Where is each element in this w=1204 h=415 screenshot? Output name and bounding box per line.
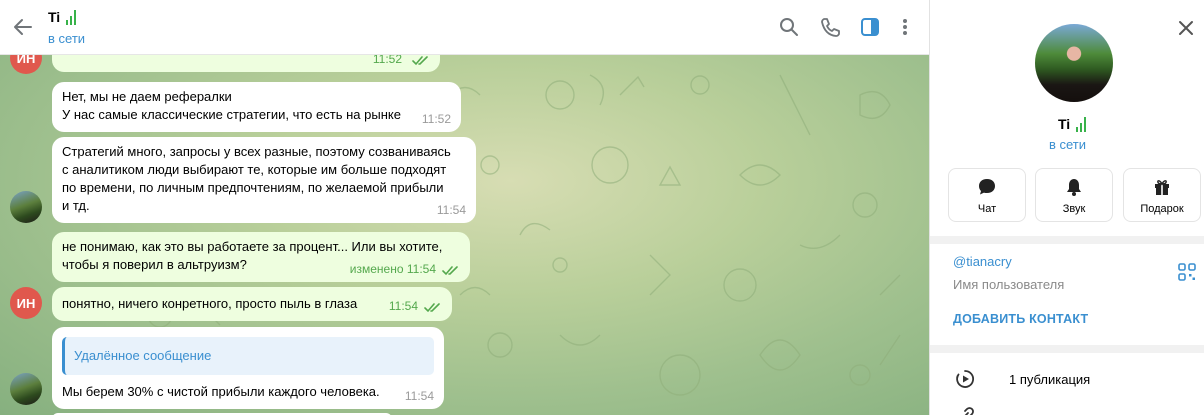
phone-icon[interactable] (819, 16, 841, 38)
message-bubble-incoming[interactable]: Стратегий много, запросы у всех разные, … (52, 137, 476, 223)
gift-button-label: Подарок (1140, 203, 1184, 215)
gift-button[interactable]: Подарок (1123, 168, 1201, 222)
avatar[interactable]: ИН (10, 287, 42, 319)
signal-bars-icon (66, 10, 76, 25)
double-check-icon (442, 266, 458, 276)
gift-icon (1155, 180, 1169, 195)
message-time: изменено 11:54 (349, 262, 436, 276)
message-bubble-incoming[interactable]: Удалённое сообщение Мы берем 30% с чисто… (52, 327, 444, 409)
publications-link[interactable]: 1 публикация (1009, 372, 1090, 387)
profile-status: в сети (1048, 137, 1087, 152)
message-line: не понимаю, как это вы работаете за проц… (62, 239, 443, 254)
avatar[interactable] (10, 373, 42, 405)
message-line: с аналитиком люди выбирают те, которые и… (62, 162, 447, 177)
reply-quote[interactable]: Удалённое сообщение (62, 337, 434, 375)
search-icon[interactable] (778, 16, 800, 38)
close-icon[interactable] (1176, 18, 1196, 38)
profile-panel: Ti в сети Чат Звук Подарок @tianacry Имя… (929, 0, 1204, 415)
message-line: Мы берем 30% с чистой прибыли каждого че… (62, 384, 380, 399)
message-line: Стратегий много, запросы у всех разные, … (62, 144, 451, 159)
sidebar-toggle-icon[interactable] (859, 16, 881, 38)
message-bubble-outgoing[interactable]: не понимаю, как это вы работаете за проц… (52, 232, 470, 282)
message-bubble-incoming[interactable]: Нет, мы не даем рефералки У нас самые кл… (52, 82, 461, 132)
more-vertical-icon[interactable] (894, 16, 916, 38)
message-line: по времени, по личным предпочтениям, по … (62, 180, 444, 195)
signal-bars-icon (1076, 117, 1086, 132)
message-line: Нет, мы не даем рефералки (62, 89, 232, 104)
divider (930, 236, 1204, 244)
chat-button-label: Чат (977, 203, 997, 215)
bell-icon (1067, 179, 1081, 196)
double-check-icon (424, 303, 440, 313)
chat-bubble-icon (979, 179, 995, 195)
avatar-initials: ИН (16, 295, 36, 311)
avatar[interactable] (10, 191, 42, 223)
message-time: 11:54 (436, 203, 466, 217)
profile-name: Ti (1058, 116, 1071, 132)
chat-status: в сети (48, 31, 86, 46)
message-time: 11:54 (404, 389, 434, 403)
chat-header: Ti в сети (0, 0, 929, 55)
message-bubble-outgoing[interactable]: понятно, ничего конретного, просто пыль … (52, 287, 452, 321)
back-arrow-icon[interactable] (10, 14, 36, 40)
message-time: 11:52 (421, 112, 451, 126)
stories-icon (956, 370, 974, 388)
profile-avatar[interactable] (1035, 24, 1113, 102)
qr-code-icon[interactable] (1178, 263, 1196, 281)
sound-button[interactable]: Звук (1035, 168, 1113, 222)
add-contact-button[interactable]: ДОБАВИТЬ КОНТАКТ (953, 312, 1088, 326)
chat-title[interactable]: Ti (48, 9, 60, 25)
sound-button-label: Звук (1062, 203, 1086, 215)
double-check-icon (412, 56, 428, 66)
username-link[interactable]: @tianacry (953, 254, 1012, 269)
chat-button[interactable]: Чат (948, 168, 1026, 222)
reply-quote-text: Удалённое сообщение (74, 348, 212, 363)
message-line: У нас самые классические стратегии, что … (62, 107, 401, 122)
message-time: 11:54 (388, 299, 418, 313)
username-label: Имя пользователя (953, 277, 1065, 292)
chat-area: Ti в сети ИН 11:52 Нет, мы не даем рефер… (0, 0, 929, 415)
link-icon (964, 407, 974, 415)
divider (930, 345, 1204, 353)
message-line: понятно, ничего конретного, просто пыль … (62, 296, 358, 311)
message-line: и тд. (62, 198, 90, 213)
